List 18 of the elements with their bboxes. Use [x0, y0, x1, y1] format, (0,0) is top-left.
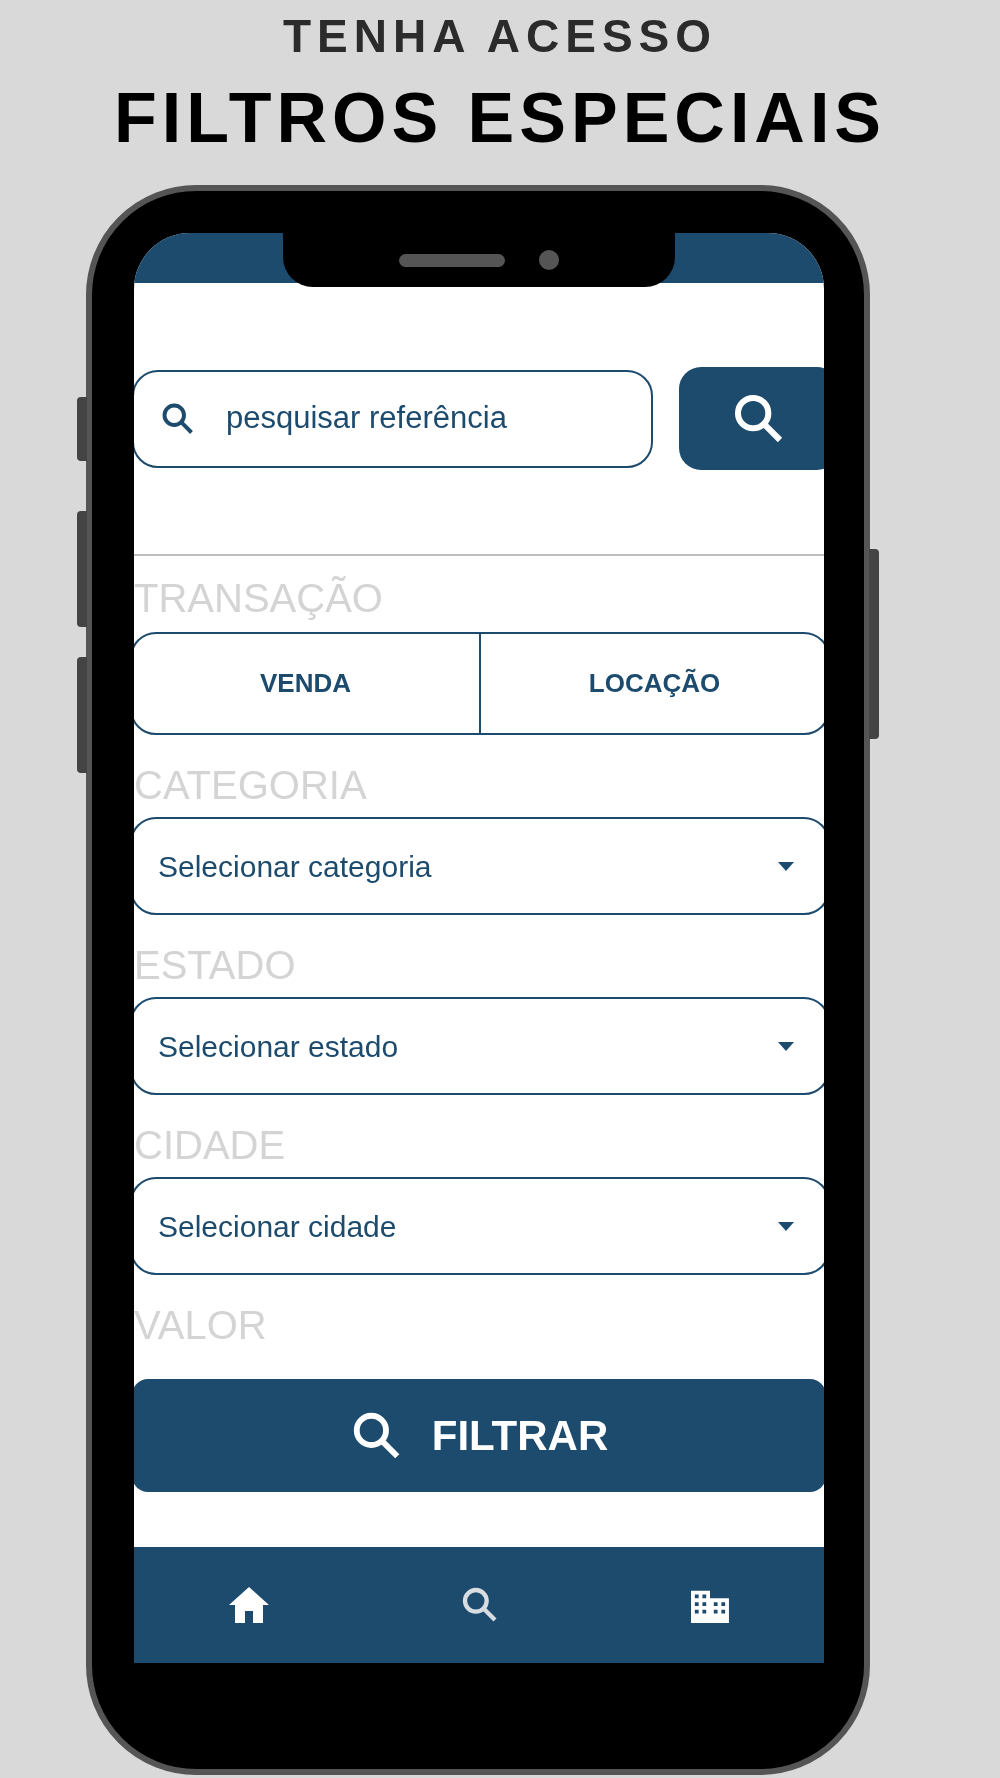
caret-icon [778, 1041, 794, 1051]
headline-kicker: TENHA ACESSO [282, 9, 718, 64]
dropdown-select[interactable]: Selecionar cidade [134, 1177, 824, 1275]
dropdown-placeholder: Selecionar estado [158, 1028, 399, 1065]
search-button[interactable] [679, 367, 824, 470]
caret-icon [778, 1221, 794, 1231]
transaction-option[interactable]: LOCAÇÃO [588, 664, 721, 703]
search-field[interactable]: pesquisar referência [134, 369, 653, 468]
dropdown-select[interactable]: Selecionar estado [134, 997, 824, 1095]
dropdown-placeholder: Selecionar categoria [158, 848, 432, 885]
caret-icon [778, 861, 794, 871]
dropdown-select[interactable]: Selecionar categoria [134, 817, 824, 915]
dropdown-placeholder: Selecionar cidade [158, 1208, 397, 1245]
search-input[interactable]: pesquisar referência [226, 395, 625, 442]
headline-title: FILTROS ESPECIAIS [113, 78, 887, 159]
transaction-option[interactable]: VENDA [260, 664, 351, 703]
filter-button[interactable]: FILTRAR [134, 1379, 824, 1492]
home-icon[interactable] [229, 1587, 270, 1623]
